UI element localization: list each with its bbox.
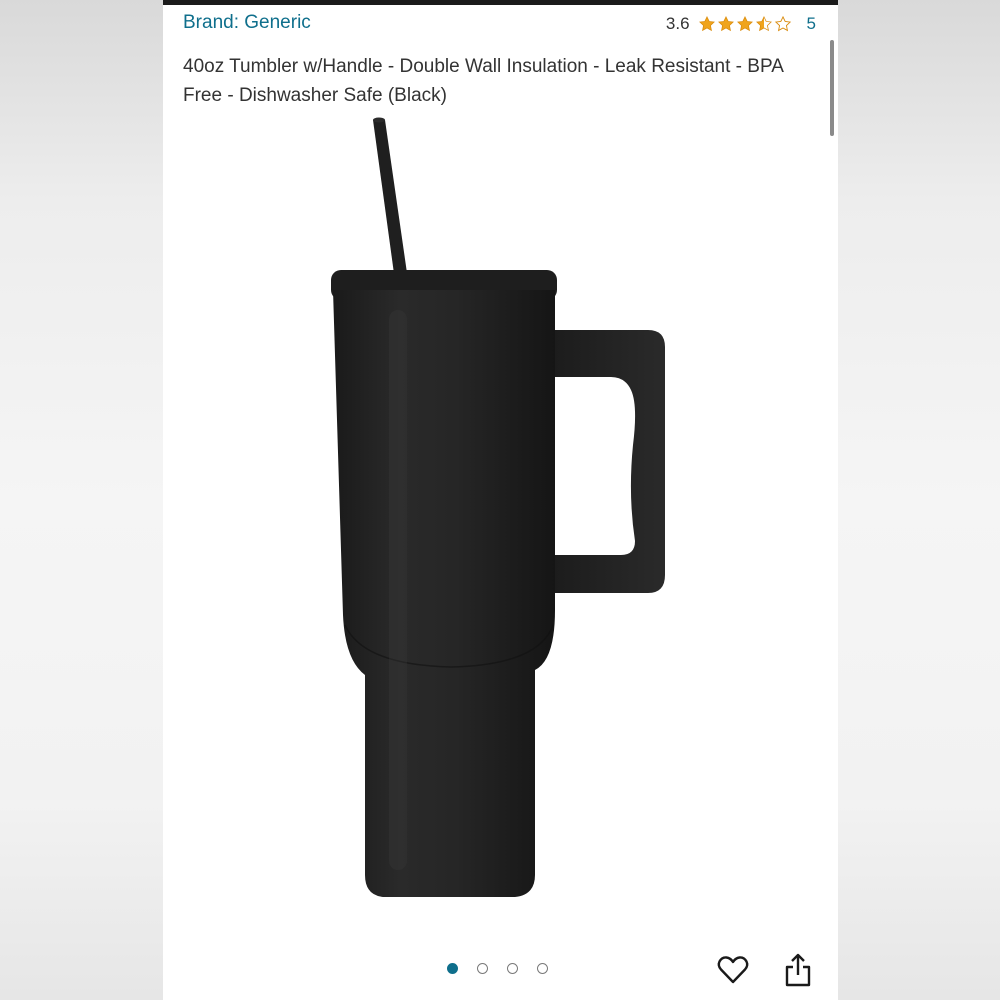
carousel-dot-3[interactable] [507, 963, 518, 974]
rating-count[interactable]: 5 [807, 14, 816, 34]
background-right [838, 0, 1000, 1000]
star-icon [736, 16, 753, 32]
product-screen: Brand: Generic 3.6 5 40oz Tumbler w/Hand… [163, 0, 838, 1000]
scrollbar[interactable] [830, 40, 834, 136]
heart-icon[interactable] [716, 953, 750, 987]
rating-value: 3.6 [665, 14, 690, 33]
carousel-dot-2[interactable] [477, 963, 488, 974]
carousel-dot-1[interactable] [447, 963, 458, 974]
product-title: 40oz Tumbler w/Handle - Double Wall Insu… [183, 56, 783, 106]
empty-star-icon [774, 15, 791, 32]
handle [553, 330, 665, 593]
brand-link[interactable]: Brand: Generic [183, 12, 311, 34]
rating-stars [698, 15, 793, 33]
half-star-icon [755, 16, 772, 32]
status-bar [163, 0, 838, 5]
rating-summary[interactable]: 3.6 5 [666, 14, 816, 34]
carousel-dots [447, 963, 567, 974]
tumbler-body [333, 290, 555, 897]
star-icon [698, 16, 715, 32]
carousel-dot-4[interactable] [537, 963, 548, 974]
product-image[interactable] [303, 115, 683, 905]
background-left [0, 0, 163, 1000]
straw [373, 120, 408, 281]
star-icon [717, 16, 734, 32]
share-icon[interactable] [783, 952, 813, 988]
